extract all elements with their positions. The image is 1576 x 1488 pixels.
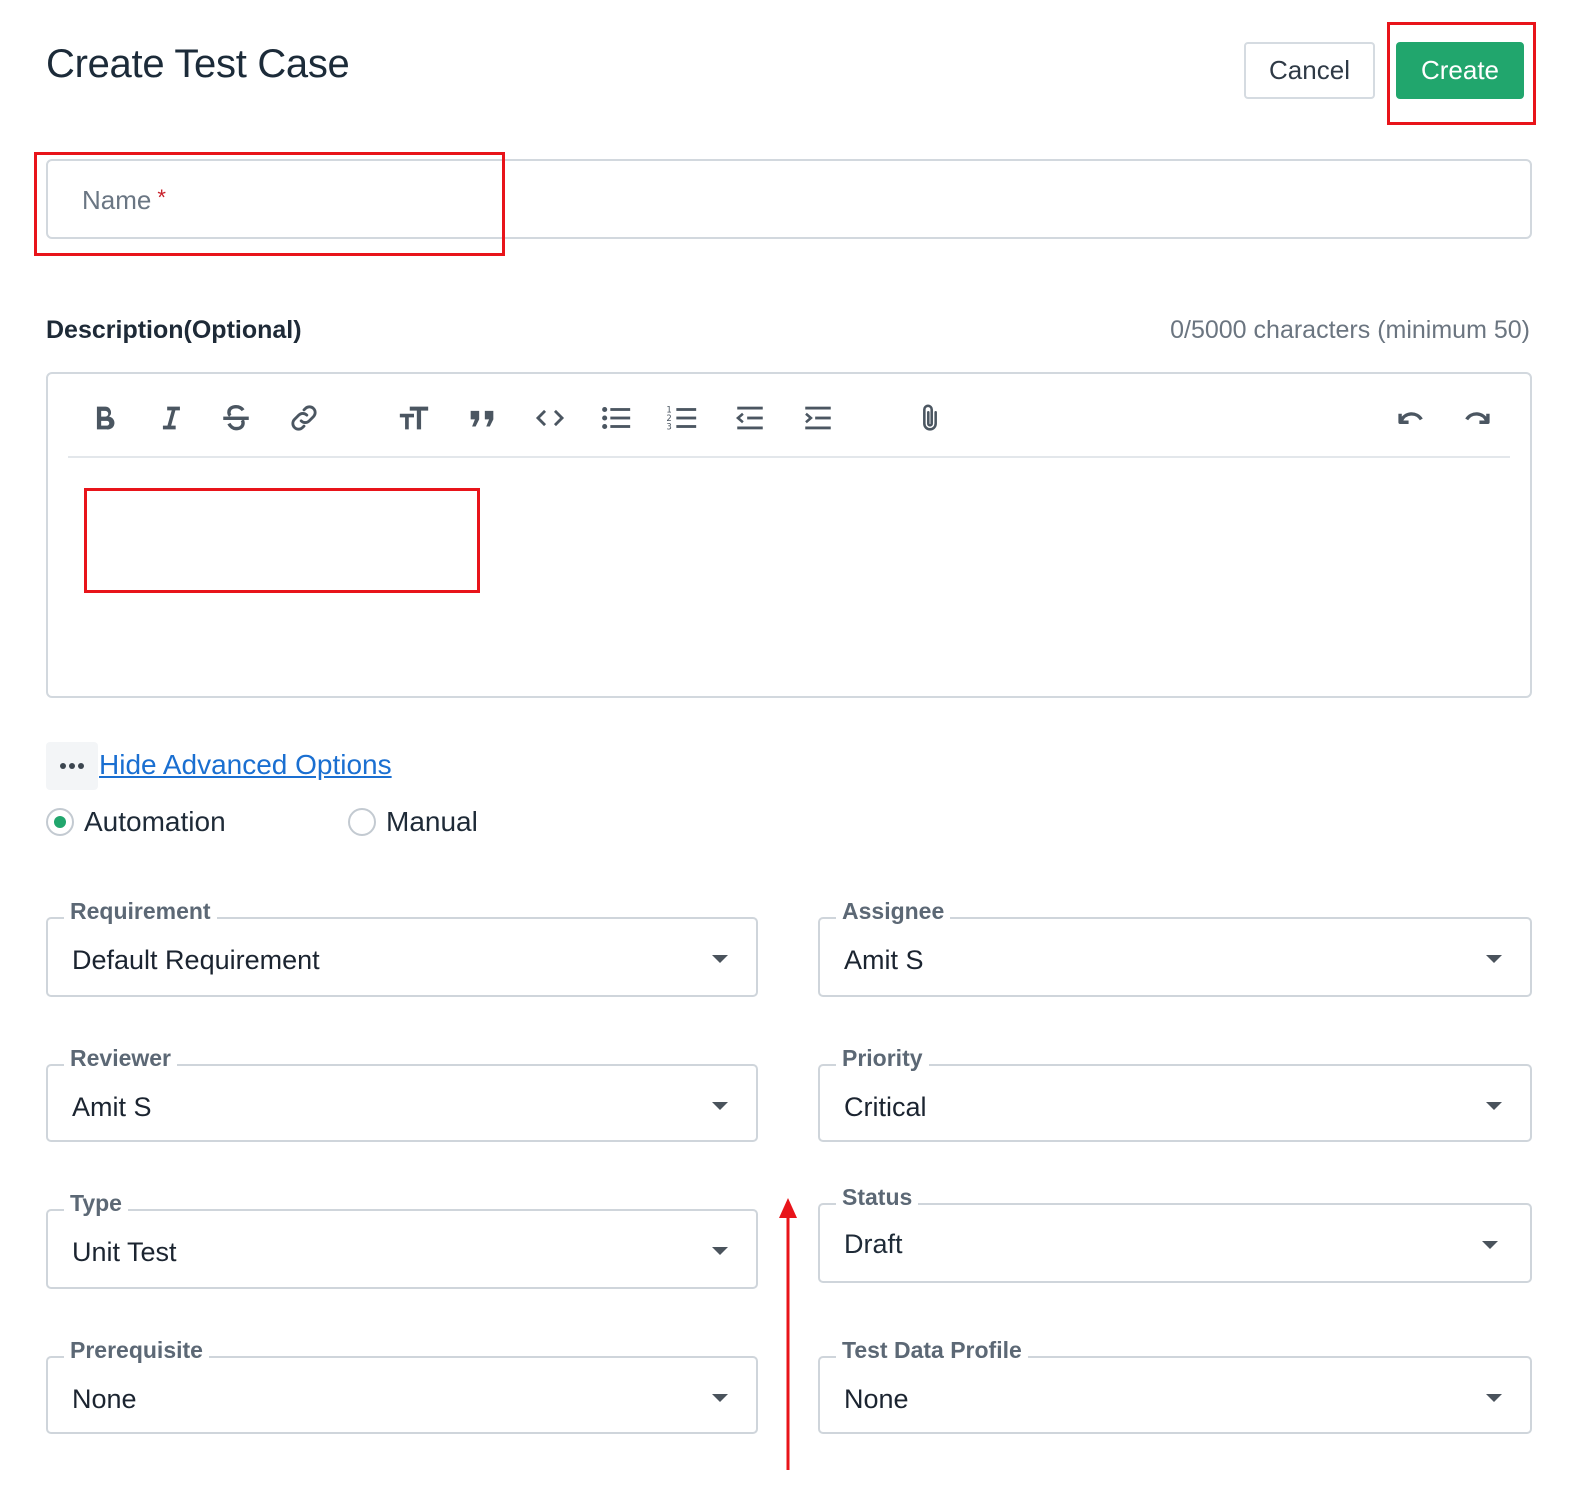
reviewer-value: Amit S [72, 1092, 152, 1122]
prerequisite-value: None [72, 1384, 137, 1414]
chevron-down-icon [712, 955, 728, 963]
type-value: Unit Test [72, 1237, 177, 1267]
chevron-down-icon [712, 1102, 728, 1110]
chevron-down-icon [1486, 955, 1502, 963]
red-arrow-up-icon [779, 1198, 797, 1470]
assignee-select[interactable]: Assignee Amit S [818, 899, 1532, 997]
status-label: Status [836, 1185, 919, 1209]
automation-label: Automation [84, 806, 226, 837]
status-select[interactable]: Status Draft [818, 1185, 1532, 1283]
more-options-icon[interactable] [46, 742, 98, 790]
prerequisite-select[interactable]: Prerequisite None [46, 1338, 758, 1434]
radio-selected-indicator[interactable] [46, 808, 74, 836]
manual-radio[interactable]: Manual [348, 806, 478, 838]
outdent-icon[interactable] [728, 396, 772, 440]
chevron-down-icon [1486, 1102, 1502, 1110]
test-data-profile-label: Test Data Profile [836, 1338, 1028, 1362]
prerequisite-label: Prerequisite [64, 1338, 209, 1362]
required-marker: * [157, 185, 166, 210]
hide-advanced-options-link[interactable]: Hide Advanced Options [99, 749, 392, 781]
bulleted-list-icon[interactable] [594, 396, 638, 440]
name-field[interactable]: Name * [46, 159, 1532, 239]
reviewer-label: Reviewer [64, 1046, 178, 1070]
strikethrough-icon[interactable] [214, 396, 258, 440]
assignee-value: Amit S [844, 945, 924, 975]
type-label: Type [64, 1191, 128, 1215]
chevron-down-icon [712, 1247, 728, 1255]
reviewer-select[interactable]: Reviewer Amit S [46, 1046, 758, 1142]
chevron-down-icon [1486, 1394, 1502, 1402]
page-title: Create Test Case [46, 42, 350, 86]
automation-radio[interactable]: Automation [46, 806, 226, 838]
priority-label: Priority [836, 1046, 929, 1070]
quote-icon[interactable] [460, 396, 504, 440]
redo-icon[interactable] [1456, 396, 1500, 440]
description-editor[interactable]: 123 [46, 372, 1532, 698]
description-label: Description(Optional) [46, 316, 302, 344]
chevron-down-icon [1482, 1241, 1498, 1249]
name-label-text: Name [82, 185, 152, 215]
numbered-list-icon[interactable]: 123 [660, 396, 704, 440]
create-button[interactable]: Create [1396, 42, 1524, 99]
priority-value: Critical [844, 1092, 927, 1122]
chevron-down-icon [712, 1394, 728, 1402]
name-field-label: Name * [82, 185, 166, 216]
svg-text:3: 3 [666, 422, 671, 432]
bold-icon[interactable] [82, 396, 126, 440]
indent-icon[interactable] [796, 396, 840, 440]
assignee-label: Assignee [836, 899, 951, 923]
requirement-value: Default Requirement [72, 945, 320, 975]
test-data-profile-value: None [844, 1384, 909, 1414]
toolbar-divider [68, 456, 1510, 458]
italic-icon[interactable] [148, 396, 192, 440]
link-icon[interactable] [282, 396, 326, 440]
undo-icon[interactable] [1388, 396, 1432, 440]
text-size-icon[interactable] [392, 396, 436, 440]
requirement-select[interactable]: Requirement Default Requirement [46, 899, 758, 997]
test-data-profile-select[interactable]: Test Data Profile None [818, 1338, 1532, 1434]
type-select[interactable]: Type Unit Test [46, 1191, 758, 1289]
radio-unselected-indicator[interactable] [348, 808, 376, 836]
code-icon[interactable] [528, 396, 572, 440]
status-value: Draft [844, 1229, 903, 1259]
cancel-button[interactable]: Cancel [1244, 42, 1375, 99]
requirement-label: Requirement [64, 899, 217, 923]
priority-select[interactable]: Priority Critical [818, 1046, 1532, 1142]
manual-label: Manual [386, 806, 478, 837]
character-count: 0/5000 characters (minimum 50) [1170, 316, 1530, 344]
attachment-icon[interactable] [908, 396, 952, 440]
